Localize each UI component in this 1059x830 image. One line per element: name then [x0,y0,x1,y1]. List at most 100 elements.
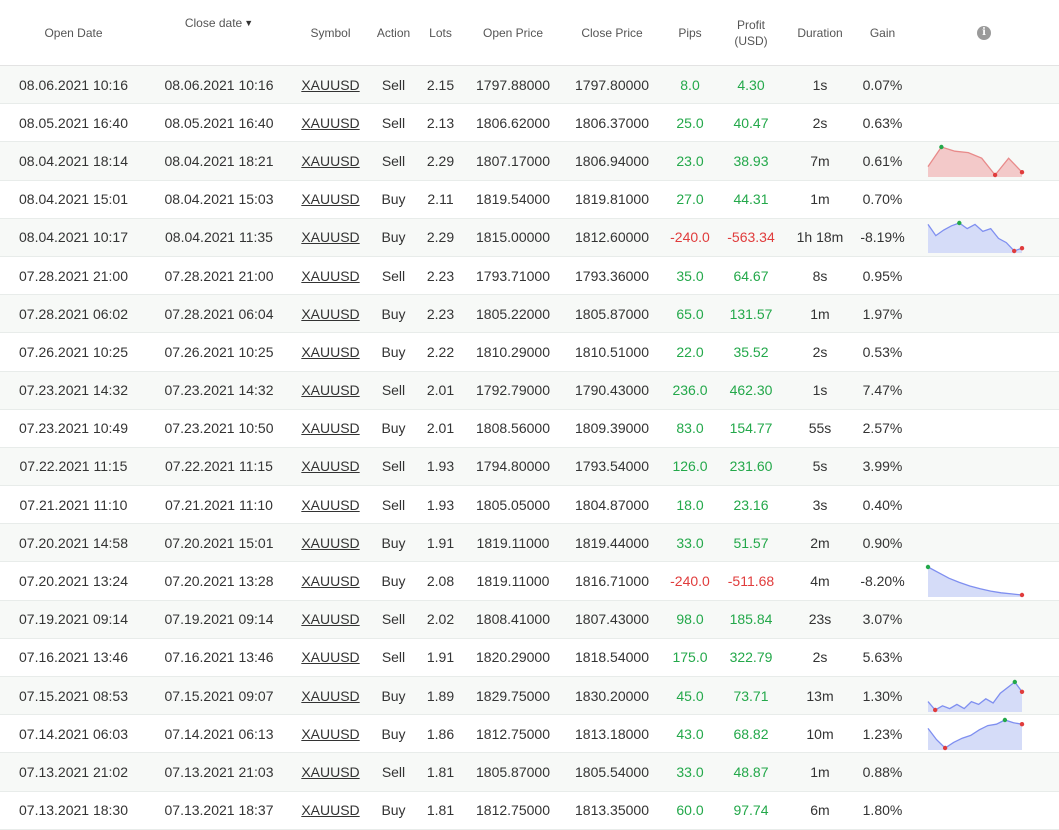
column-header-symbol[interactable]: Symbol [291,0,370,66]
action-cell: Sell [370,638,417,678]
column-header-action[interactable]: Action [370,0,417,66]
action-cell: Sell [370,752,417,792]
open-price-cell: 1807.17000 [464,141,562,181]
column-header-pips[interactable]: Pips [662,0,718,66]
info-icon[interactable]: i [977,26,991,40]
open-date-cell: 08.04.2021 18:14 [0,141,147,181]
table-row[interactable]: 07.16.2021 13:46 07.16.2021 13:46 XAUUSD Se… [0,638,1059,678]
column-header-open-price[interactable]: Open Price [464,0,562,66]
table-row[interactable]: 07.23.2021 10:49 07.23.2021 10:50 XAUUSD Bu… [0,409,1059,448]
column-header-open-date[interactable]: Open Date [0,0,147,66]
column-header-close-price[interactable]: Close Price [562,0,662,66]
lots-cell: 1.93 [417,447,464,487]
symbol-link[interactable]: XAUUSD [301,458,359,474]
symbol-cell: XAUUSD [291,791,370,830]
trade-chart-cell [909,485,1059,525]
column-header-gain[interactable]: Gain [856,0,909,66]
open-date-cell: 07.23.2021 10:49 [0,409,147,448]
column-header-info: i [909,0,1059,66]
gain-cell: 1.97% [856,294,909,334]
pips-cell: 43.0 [662,714,718,754]
trade-chart-cell [909,714,1059,754]
symbol-link[interactable]: XAUUSD [301,688,359,704]
open-date-cell: 07.22.2021 11:15 [0,447,147,487]
open-date-cell: 07.19.2021 09:14 [0,600,147,639]
action-cell: Sell [370,371,417,410]
symbol-link[interactable]: XAUUSD [301,77,359,93]
symbol-link[interactable]: XAUUSD [301,229,359,245]
pips-cell: 8.0 [662,65,718,105]
table-row[interactable]: 07.23.2021 14:32 07.23.2021 14:32 XAUUSD Se… [0,371,1059,410]
column-header-action-label: Action [376,25,411,40]
symbol-link[interactable]: XAUUSD [301,535,359,551]
table-row[interactable]: 08.04.2021 10:17 08.04.2021 11:35 XAUUSD Bu… [0,218,1059,257]
symbol-link[interactable]: XAUUSD [301,649,359,665]
trade-chart-cell [909,523,1059,563]
close-price-cell: 1819.44000 [562,523,662,563]
open-price-cell: 1819.11000 [464,561,562,601]
table-row[interactable]: 07.20.2021 14:58 07.20.2021 15:01 XAUUSD Bu… [0,523,1059,563]
pips-cell: 33.0 [662,523,718,563]
symbol-link[interactable]: XAUUSD [301,573,359,589]
close-price-cell: 1797.80000 [562,65,662,105]
table-row[interactable]: 07.14.2021 06:03 07.14.2021 06:13 XAUUSD Bu… [0,714,1059,754]
sparkline-max-marker [925,564,931,570]
table-row[interactable]: 07.13.2021 18:30 07.13.2021 18:37 XAUUSD Bu… [0,791,1059,830]
table-row[interactable]: 07.19.2021 09:14 07.19.2021 09:14 XAUUSD Se… [0,600,1059,639]
symbol-link[interactable]: XAUUSD [301,344,359,360]
duration-cell: 7m [784,141,856,181]
symbol-cell: XAUUSD [291,485,370,525]
close-date-cell: 07.14.2021 06:13 [147,714,291,754]
pips-cell: 45.0 [662,676,718,716]
duration-cell: 13m [784,676,856,716]
table-row[interactable]: 07.22.2021 11:15 07.22.2021 11:15 XAUUSD Se… [0,447,1059,487]
close-price-cell: 1805.87000 [562,294,662,334]
symbol-link[interactable]: XAUUSD [301,306,359,322]
column-header-lots[interactable]: Lots [417,0,464,66]
table-row[interactable]: 08.04.2021 18:14 08.04.2021 18:21 XAUUSD Se… [0,141,1059,181]
table-row[interactable]: 07.28.2021 06:02 07.28.2021 06:04 XAUUSD Bu… [0,294,1059,334]
table-row[interactable]: 08.05.2021 16:40 08.05.2021 16:40 XAUUSD Se… [0,103,1059,143]
table-row[interactable]: 08.06.2021 10:16 08.06.2021 10:16 XAUUSD Se… [0,65,1059,105]
symbol-link[interactable]: XAUUSD [301,153,359,169]
symbol-link[interactable]: XAUUSD [301,382,359,398]
open-date-cell: 07.15.2021 08:53 [0,676,147,716]
table-row[interactable]: 07.13.2021 21:02 07.13.2021 21:03 XAUUSD Se… [0,752,1059,792]
table-row[interactable]: 07.28.2021 21:00 07.28.2021 21:00 XAUUSD Se… [0,256,1059,296]
open-date-cell: 07.13.2021 21:02 [0,752,147,792]
open-date-cell: 08.05.2021 16:40 [0,103,147,143]
symbol-cell: XAUUSD [291,676,370,716]
symbol-link[interactable]: XAUUSD [301,115,359,131]
symbol-cell: XAUUSD [291,409,370,448]
close-price-cell: 1790.43000 [562,371,662,410]
sparkline-area [928,223,1022,254]
table-row[interactable]: 07.26.2021 10:25 07.26.2021 10:25 XAUUSD Bu… [0,332,1059,372]
table-row[interactable]: 07.21.2021 11:10 07.21.2021 11:10 XAUUSD Se… [0,485,1059,525]
symbol-link[interactable]: XAUUSD [301,764,359,780]
table-row[interactable]: 08.04.2021 15:01 08.04.2021 15:03 XAUUSD Bu… [0,180,1059,219]
close-price-cell: 1830.20000 [562,676,662,716]
table-row[interactable]: 07.15.2021 08:53 07.15.2021 09:07 XAUUSD Bu… [0,676,1059,716]
open-date-cell: 07.21.2021 11:10 [0,485,147,525]
symbol-link[interactable]: XAUUSD [301,611,359,627]
trade-sparkline-chart [927,221,1025,254]
duration-cell: 1m [784,180,856,219]
column-header-profit[interactable]: Profit (USD) [718,0,784,66]
column-header-close-date[interactable]: Close date ▼ [147,0,291,66]
profit-cell: 38.93 [718,141,784,181]
lots-cell: 2.23 [417,256,464,296]
lots-cell: 2.29 [417,141,464,181]
duration-cell: 5s [784,447,856,487]
symbol-link[interactable]: XAUUSD [301,497,359,513]
symbol-link[interactable]: XAUUSD [301,268,359,284]
open-date-cell: 08.04.2021 10:17 [0,218,147,257]
close-price-cell: 1816.71000 [562,561,662,601]
open-price-cell: 1812.75000 [464,714,562,754]
column-header-duration-label: Duration [797,25,843,40]
symbol-link[interactable]: XAUUSD [301,726,359,742]
column-header-duration[interactable]: Duration [784,0,856,66]
symbol-link[interactable]: XAUUSD [301,420,359,436]
table-row[interactable]: 07.20.2021 13:24 07.20.2021 13:28 XAUUSD Bu… [0,561,1059,601]
symbol-link[interactable]: XAUUSD [301,191,359,207]
open-price-cell: 1812.75000 [464,791,562,830]
